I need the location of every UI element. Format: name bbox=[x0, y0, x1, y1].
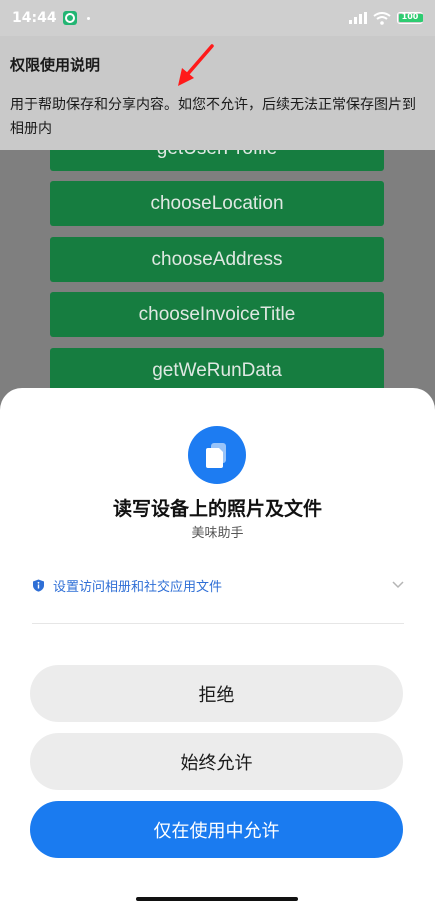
status-time: 14:44 bbox=[12, 10, 57, 26]
file-icon bbox=[188, 426, 246, 484]
always-allow-button[interactable]: 始终允许 bbox=[30, 733, 403, 790]
permission-explanation-banner: 权限使用说明 用于帮助保存和分享内容。如您不允许，后续无法正常保存图片到相册内 bbox=[0, 36, 435, 150]
battery-icon: 100 bbox=[397, 12, 423, 24]
chevron-down-icon bbox=[392, 581, 404, 589]
api-button-getwerundata[interactable]: getWeRunData bbox=[50, 348, 384, 393]
wifi-icon bbox=[373, 11, 391, 25]
signal-icon bbox=[349, 12, 367, 24]
red-arrow-annotation-icon bbox=[178, 44, 214, 86]
status-bar: 14:44 100 bbox=[0, 0, 435, 36]
api-button-chooselocation[interactable]: chooseLocation bbox=[50, 181, 384, 226]
info-shield-icon bbox=[33, 579, 44, 592]
security-shield-icon bbox=[62, 11, 77, 25]
api-button-chooseaddress[interactable]: chooseAddress bbox=[50, 237, 384, 282]
status-icons: 100 bbox=[349, 11, 423, 25]
permission-banner-body: 用于帮助保存和分享内容。如您不允许，后续无法正常保存图片到相册内 bbox=[10, 97, 416, 137]
home-indicator[interactable] bbox=[136, 897, 298, 901]
permission-details-text: 设置访问相册和社交应用文件 bbox=[53, 579, 223, 595]
permission-details-row[interactable]: 设置访问相册和社交应用文件 bbox=[32, 574, 404, 596]
deny-button[interactable]: 拒绝 bbox=[30, 665, 403, 722]
notification-dot-icon bbox=[86, 16, 90, 20]
api-button-chooseinvoicetitle[interactable]: chooseInvoiceTitle bbox=[50, 292, 384, 337]
permission-dialog: 读写设备上的照片及文件 美味助手 设置访问相册和社交应用文件 拒绝 始终允许 仅… bbox=[0, 388, 435, 908]
dialog-title: 读写设备上的照片及文件 bbox=[112, 498, 322, 520]
battery-level: 100 bbox=[401, 12, 419, 21]
divider bbox=[32, 623, 404, 624]
dialog-app-name: 美味助手 bbox=[191, 526, 244, 541]
allow-while-using-button[interactable]: 仅在使用中允许 bbox=[30, 801, 403, 858]
permission-banner-title: 权限使用说明 bbox=[10, 56, 101, 74]
